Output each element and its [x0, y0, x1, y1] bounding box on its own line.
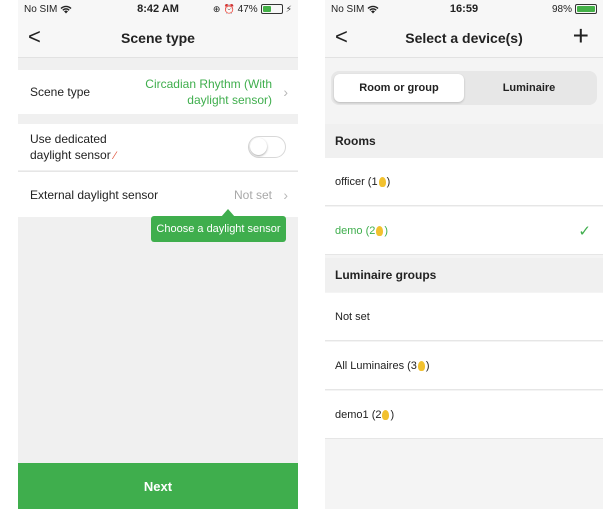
back-button[interactable]: < [28, 26, 41, 48]
page-title: Select a device(s) [405, 29, 523, 46]
add-button[interactable]: + [573, 22, 589, 50]
external-sensor-value: Not set [233, 187, 272, 202]
chevron-right-icon: › [283, 186, 288, 203]
warning-icon: ⁄ [114, 149, 116, 162]
segment-room-or-group[interactable]: Room or group [334, 74, 464, 102]
scene-type-screen: No SIM 8:42 AM ⊕ ⏰ 47% ⚡ < Scene type Sc… [18, 0, 298, 509]
list-item[interactable]: demo1 (2) [325, 391, 603, 439]
dedicated-sensor-label-line2: daylight sensor [30, 147, 111, 162]
list-item[interactable]: Not set [325, 293, 603, 341]
battery-icon [575, 4, 597, 14]
rooms-header: Rooms [325, 124, 603, 158]
bulb-icon [382, 409, 390, 420]
list-item[interactable]: demo (2) ✓ [325, 207, 603, 255]
scene-type-value: Circadian Rhythm (With daylight sensor) [145, 77, 272, 107]
hint-tooltip[interactable]: Choose a daylight sensor [151, 209, 286, 242]
next-button[interactable]: Next [18, 463, 298, 509]
status-time: 16:59 [449, 3, 479, 15]
status-bar: No SIM 16:59 98% [325, 0, 603, 18]
bulb-icon [417, 360, 425, 371]
nav-bar: < Select a device(s) + [325, 18, 603, 58]
battery-icon [260, 4, 283, 14]
status-time: 8:42 AM [137, 3, 179, 15]
checkmark-icon: ✓ [578, 222, 591, 240]
external-sensor-label: External daylight sensor [30, 187, 159, 202]
segment-luminaire[interactable]: Luminaire [464, 74, 594, 102]
segmented-control: Room or group Luminaire [331, 71, 597, 105]
dedicated-sensor-label-line1: Use dedicated [30, 131, 107, 146]
nav-bar: < Scene type [18, 18, 298, 58]
list-item[interactable]: officer (1) [325, 158, 603, 206]
select-device-screen: No SIM 16:59 98% < Select a device(s) + … [325, 0, 603, 509]
tooltip-text: Choose a daylight sensor [156, 223, 281, 235]
bulb-icon [376, 225, 384, 236]
scene-type-row[interactable]: Scene type Circadian Rhythm (With daylig… [18, 70, 298, 114]
dedicated-sensor-toggle[interactable] [248, 136, 286, 158]
external-sensor-row[interactable]: External daylight sensor Not set › [18, 171, 298, 217]
status-bar: No SIM 8:42 AM ⊕ ⏰ 47% ⚡ [18, 0, 298, 18]
list-item[interactable]: All Luminaires (3) [325, 342, 603, 390]
dedicated-sensor-row: Use dedicated daylight sensor ⁄ [18, 124, 298, 170]
bulb-icon [378, 176, 386, 187]
page-title: Scene type [121, 29, 195, 46]
scene-type-label: Scene type [30, 85, 91, 99]
back-button[interactable]: < [335, 26, 348, 48]
luminaire-groups-header: Luminaire groups [325, 258, 603, 292]
chevron-right-icon: › [283, 84, 288, 100]
